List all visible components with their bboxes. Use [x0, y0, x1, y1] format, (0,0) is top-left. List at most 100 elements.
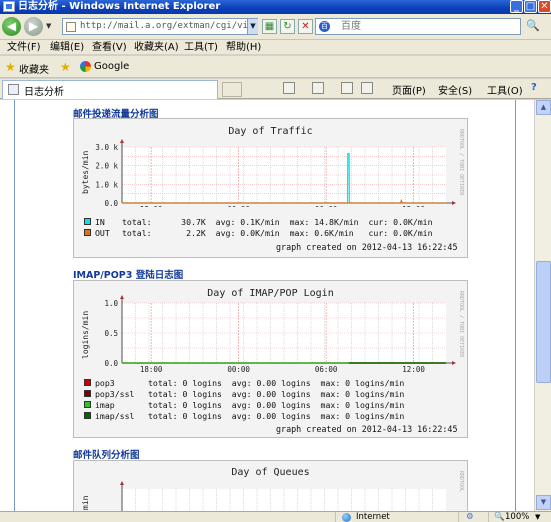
search-icon[interactable]: 🔍 — [526, 19, 540, 33]
tools-menu[interactable]: 工具(O) — [487, 82, 523, 97]
history-dropdown-icon[interactable]: ▼ — [46, 22, 55, 32]
traffic-x-tick-label: 00:00 — [227, 205, 250, 207]
home-icon[interactable] — [283, 82, 295, 94]
feeds-icon[interactable] — [312, 82, 324, 94]
tab-label: 日志分析 — [24, 87, 64, 98]
help-icon[interactable]: ? — [531, 82, 537, 93]
traffic-x-tick-label: 18:00 — [140, 205, 163, 207]
imap-x-axis-arrow — [452, 361, 456, 365]
scrollbar-thumb[interactable] — [536, 261, 551, 383]
forward-button[interactable]: ▶ — [24, 17, 43, 36]
mail-icon[interactable] — [341, 82, 353, 94]
page-menu[interactable]: 页面(P) — [392, 82, 426, 97]
traffic-graph-created: graph created on 2012-04-13 16:22:45 — [276, 242, 458, 252]
menu-tools[interactable]: 工具(T) — [184, 41, 218, 54]
menu-view[interactable]: 查看(V) — [92, 41, 127, 54]
menu-edit[interactable]: 编辑(E) — [50, 41, 84, 54]
scroll-up-icon[interactable]: ▲ — [536, 100, 551, 115]
tab-page-icon — [8, 84, 19, 95]
legend-swatch-out — [84, 229, 91, 236]
menu-favorites[interactable]: 收藏夹(A) — [134, 41, 179, 54]
search-box[interactable]: 百 百度 — [315, 18, 521, 35]
traffic-y-tick-label: 3.0 k — [95, 143, 118, 152]
back-button[interactable]: ◀ — [2, 17, 21, 36]
traffic-x-axis-arrow — [452, 201, 456, 205]
page-content: 邮件投递流量分析图 Day of Traffic bytes/min RRDTO… — [0, 100, 534, 511]
safety-menu[interactable]: 安全(S) — [438, 82, 472, 97]
protected-mode-icon[interactable]: ⚙ — [466, 512, 474, 522]
new-tab-button[interactable] — [222, 82, 242, 97]
queue-y-axis-arrow — [120, 481, 124, 485]
imap-chart-panel: Day of IMAP/POP Login logins/min RRDTOOL… — [73, 280, 468, 438]
favorites-star-icon[interactable]: ★ — [5, 60, 16, 74]
zoom-dropdown-icon[interactable]: ▼ — [535, 512, 540, 522]
zoom-level[interactable]: 100% — [505, 512, 529, 522]
status-zone-segment — [335, 512, 455, 522]
queue-chart — [120, 481, 446, 511]
imap-y-axis-arrow — [120, 295, 124, 299]
traffic-y-tick-label: 0.0 — [104, 199, 118, 207]
legend-pop3-name: pop3 — [95, 378, 115, 388]
favorite-link-google[interactable]: Google — [94, 61, 129, 72]
legend-in-stats: total: 30.7K avg: 0.1K/min max: 14.8K/mi… — [122, 217, 433, 227]
queue-section-heading: 邮件队列分析图 — [73, 450, 140, 461]
traffic-y-tick-label: 2.0 k — [95, 162, 118, 171]
address-bar[interactable]: http://mail.a.org/extman/cgi/viewlog.c — [62, 18, 258, 35]
status-bar: Internet ⚙ 🔍 100% ▼ — [0, 511, 551, 522]
maximize-button[interactable]: □ — [524, 0, 537, 13]
ie-window-icon — [3, 1, 15, 12]
add-favorite-icon[interactable]: ★ — [60, 60, 71, 74]
refresh-icon[interactable]: ↻ — [280, 19, 295, 34]
imap-x-tick-label: 18:00 — [140, 365, 163, 373]
command-bar: 日志分析 页面(P) 安全(S) 工具(O) ? — [0, 79, 551, 99]
legend-out-stats: total: 2.2K avg: 0.0K/min max: 0.6K/min … — [122, 228, 433, 238]
imap-chart: 18:00 00:00 06:00 12:00 0.0 0.5 1.0 — [104, 295, 456, 373]
window-titlebar: 日志分析 - Windows Internet Explorer _ □ ✕ — [0, 0, 551, 14]
imap-graph-created: graph created on 2012-04-13 16:22:45 — [276, 424, 458, 434]
imap-y-tick-label: 0.0 — [104, 359, 118, 368]
legend-imap-ssl-stats: total: 0 logins avg: 0.00 logins max: 0 … — [148, 411, 405, 421]
traffic-y-axis-arrow — [120, 139, 124, 143]
google-icon — [80, 61, 91, 72]
scroll-down-icon[interactable]: ▼ — [536, 495, 551, 510]
imap-x-tick-label: 00:00 — [227, 365, 250, 373]
minimize-button[interactable]: _ — [510, 0, 523, 13]
search-placeholder: 百度 — [341, 21, 361, 32]
page-icon — [66, 22, 76, 32]
address-dropdown-icon[interactable]: ▼ — [247, 19, 258, 34]
compatibility-view-icon[interactable]: ▦ — [262, 19, 277, 34]
vertical-scrollbar[interactable]: ▲ ▼ — [534, 100, 551, 511]
queue-chart-title: Day of Queues — [231, 467, 310, 478]
legend-imap-name: imap — [95, 400, 115, 410]
legend-imap-stats: total: 0 logins avg: 0.00 logins max: 0 … — [148, 400, 405, 410]
stop-icon[interactable]: ✕ — [298, 19, 313, 34]
close-window-button[interactable]: ✕ — [538, 0, 551, 13]
menu-file[interactable]: 文件(F) — [7, 41, 41, 54]
left-divider — [14, 100, 15, 511]
traffic-chart: 18:00 00:00 06:00 12:00 0.0 1.0 k 2.0 k 3.0 k — [95, 139, 456, 207]
address-toolbar: ◀ ▶ ▼ http://mail.a.org/extman/cgi/viewl… — [0, 14, 551, 40]
baidu-search-provider-icon: 百 — [319, 21, 330, 32]
traffic-y-tick-label: 1.0 k — [95, 180, 118, 189]
internet-zone-icon — [342, 513, 351, 522]
address-url[interactable]: http://mail.a.org/extman/cgi/viewlog.c — [80, 19, 256, 34]
legend-pop3-ssl-name: pop3/ssl — [95, 389, 135, 399]
zoom-icon[interactable]: 🔍 — [494, 512, 505, 522]
menu-bar: 文件(F) 编辑(E) 查看(V) 收藏夹(A) 工具(T) 帮助(H) — [0, 40, 551, 55]
traffic-x-tick-label: 06:00 — [315, 205, 338, 207]
favorites-bar: ★ 收藏夹 ★ Google — [0, 56, 551, 78]
legend-pop3-ssl-stats: total: 0 logins avg: 0.00 logins max: 0 … — [148, 389, 405, 399]
imap-x-tick-label: 12:00 — [402, 365, 425, 373]
legend-swatch-imap — [84, 401, 91, 408]
favorites-button-label[interactable]: 收藏夹 — [19, 61, 49, 76]
legend-swatch-pop3-ssl — [84, 390, 91, 397]
legend-swatch-in — [84, 218, 91, 225]
legend-swatch-pop3 — [84, 379, 91, 386]
menu-help[interactable]: 帮助(H) — [226, 41, 261, 54]
imap-x-tick-label: 06:00 — [315, 365, 338, 373]
tab-log-analysis[interactable]: 日志分析 — [2, 80, 218, 99]
legend-in-name: IN — [95, 217, 105, 227]
print-icon[interactable] — [361, 82, 373, 94]
right-divider — [515, 100, 516, 511]
window-title: 日志分析 - Windows Internet Explorer — [18, 1, 221, 12]
